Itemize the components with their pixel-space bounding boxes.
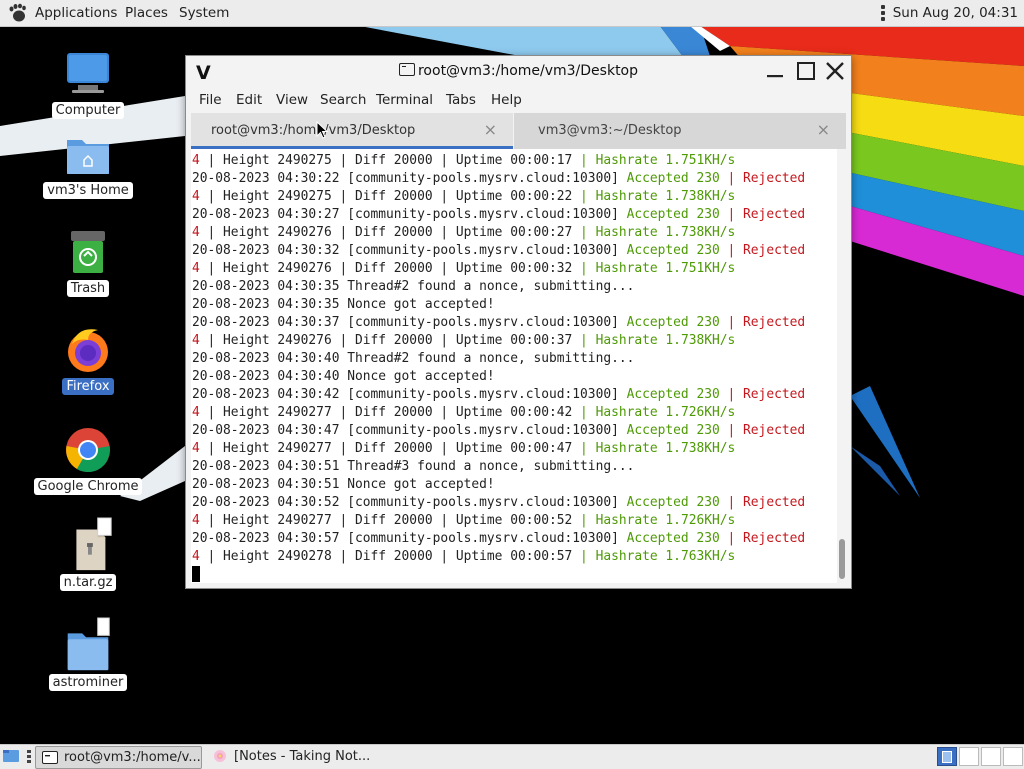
tab-vm3-desktop[interactable]: vm3@vm3:~/Desktop ×: [514, 113, 846, 149]
terminal-lines: 4 | Height 2490275 | Diff 20000 | Uptime…: [192, 152, 805, 583]
desktop-icon-archive[interactable]: n.tar.gz: [33, 516, 143, 591]
minimize-icon[interactable]: [764, 60, 786, 82]
desktop-icon-label: Trash: [66, 280, 110, 297]
chrome-icon: [66, 428, 110, 472]
terminal-line: 4 | Height 2490276 | Diff 20000 | Uptime…: [192, 225, 736, 240]
notes-icon: [214, 750, 226, 762]
terminal-line: 20-08-2023 04:30:40 Nonce got accepted!: [192, 369, 495, 384]
terminal-line: 20-08-2023 04:30:35 Thread#2 found a non…: [192, 279, 635, 294]
terminal-line: 20-08-2023 04:30:40 Thread#2 found a non…: [192, 351, 635, 366]
monitor-icon: [67, 53, 109, 93]
menu-view[interactable]: View: [276, 92, 308, 108]
clock-text[interactable]: Sun Aug 20, 04:31: [893, 5, 1018, 21]
desktop-icon-trash[interactable]: Trash: [33, 228, 143, 297]
terminal-line: 4 | Height 2490278 | Diff 20000 | Uptime…: [192, 549, 736, 564]
home-folder-icon: [67, 140, 109, 174]
scrollbar-thumb[interactable]: [839, 539, 845, 579]
taskbar-item-terminal[interactable]: root@vm3:/home/v...: [35, 746, 202, 769]
terminal-line: 4 | Height 2490275 | Diff 20000 | Uptime…: [192, 189, 736, 204]
menu-tabs[interactable]: Tabs: [446, 92, 476, 108]
system-menu[interactable]: System: [179, 0, 229, 26]
desktop-icon-label: astrominer: [48, 674, 128, 691]
terminal-line: 20-08-2023 04:30:32 [community-pools.mys…: [192, 243, 806, 258]
terminal-line: 20-08-2023 04:30:22 [community-pools.mys…: [192, 171, 806, 186]
maximize-icon[interactable]: [795, 60, 817, 82]
window-titlebar[interactable]: V root@vm3:/home/vm3/Desktop: [186, 56, 851, 86]
workspace-4[interactable]: [1003, 747, 1023, 766]
clock-applet[interactable]: Sun Aug 20, 04:31: [880, 0, 1018, 26]
desktop-icon-home[interactable]: vm3's Home: [33, 130, 143, 199]
terminal-prompt-line[interactable]: [192, 566, 805, 583]
terminal-icon: [42, 751, 58, 764]
workspace-3[interactable]: [981, 747, 1001, 766]
terminal-line: 20-08-2023 04:30:27 [community-pools.mys…: [192, 207, 806, 222]
mouse-pointer-icon: [316, 121, 328, 139]
archive-icon: [76, 517, 112, 571]
bottom-taskbar: root@vm3:/home/v... [Notes - Taking Not.…: [0, 744, 1024, 769]
tab-label: root@vm3:/home/vm3/Desktop: [211, 123, 416, 138]
terminal-window[interactable]: V root@vm3:/home/vm3/Desktop File Edit V…: [185, 55, 852, 589]
close-icon[interactable]: [824, 60, 846, 82]
terminal-tabs: root@vm3:/home/vm3/Desktop × vm3@vm3:~/D…: [191, 113, 846, 149]
desktop-icon-chrome[interactable]: Google Chrome: [33, 426, 143, 495]
desktop-icon-folder[interactable]: astrominer: [33, 616, 143, 691]
terminal-line: 20-08-2023 04:30:35 Nonce got accepted!: [192, 297, 495, 312]
panel-handle-icon: [880, 3, 885, 23]
terminal-line: 4 | Height 2490276 | Diff 20000 | Uptime…: [192, 333, 736, 348]
menu-file[interactable]: File: [199, 92, 222, 108]
terminal-line: 4 | Height 2490275 | Diff 20000 | Uptime…: [192, 153, 736, 168]
folder-icon: [67, 617, 110, 671]
menu-search[interactable]: Search: [320, 92, 366, 108]
places-menu[interactable]: Places: [125, 0, 168, 26]
terminal-menubar: File Edit View Search Terminal Tabs Help: [186, 90, 851, 112]
desktop-icon-label: Google Chrome: [33, 478, 143, 495]
tab-close-icon[interactable]: ×: [817, 120, 830, 139]
window-title: root@vm3:/home/vm3/Desktop: [186, 63, 851, 79]
desktop-icon-label: Computer: [51, 102, 125, 119]
tab-root-desktop[interactable]: root@vm3:/home/vm3/Desktop ×: [191, 113, 513, 149]
terminal-line: 20-08-2023 04:30:57 [community-pools.mys…: [192, 531, 806, 546]
terminal-icon: [398, 63, 415, 76]
taskbar-item-notes[interactable]: [Notes - Taking Not...: [206, 746, 406, 767]
menu-terminal[interactable]: Terminal: [376, 92, 433, 108]
terminal-line: 20-08-2023 04:30:51 Nonce got accepted!: [192, 477, 495, 492]
terminal-line: 4 | Height 2490277 | Diff 20000 | Uptime…: [192, 513, 736, 528]
terminal-line: 4 | Height 2490277 | Diff 20000 | Uptime…: [192, 405, 736, 420]
applications-menu[interactable]: Applications: [35, 0, 117, 26]
menu-edit[interactable]: Edit: [236, 92, 262, 108]
workspace-2[interactable]: [959, 747, 979, 766]
desktop-icon-label: n.tar.gz: [59, 574, 117, 591]
trash-icon: [71, 231, 105, 273]
desktop-icon-firefox[interactable]: Firefox: [33, 326, 143, 395]
terminal-line: 20-08-2023 04:30:37 [community-pools.mys…: [192, 315, 806, 330]
terminal-output[interactable]: 4 | Height 2490275 | Diff 20000 | Uptime…: [191, 149, 837, 583]
task-label: root@vm3:/home/v...: [64, 750, 201, 765]
workspace-1[interactable]: [937, 747, 957, 766]
menu-help[interactable]: Help: [491, 92, 522, 108]
desktop-icon-computer[interactable]: Computer: [33, 50, 143, 119]
terminal-line: 20-08-2023 04:30:42 [community-pools.mys…: [192, 387, 806, 402]
desktop-icon-label: vm3's Home: [43, 182, 133, 199]
desktop-icon-label: Firefox: [62, 378, 114, 395]
terminal-scrollbar[interactable]: [838, 149, 846, 583]
task-label: [Notes - Taking Not...: [234, 749, 371, 764]
terminal-cursor: [192, 566, 200, 582]
tab-close-icon[interactable]: ×: [484, 120, 497, 139]
panel-handle-icon: [27, 750, 31, 765]
terminal-line: 20-08-2023 04:30:47 [community-pools.mys…: [192, 423, 806, 438]
tab-label: vm3@vm3:~/Desktop: [538, 123, 682, 138]
top-panel: Applications Places System Sun Aug 20, 0…: [0, 0, 1024, 27]
gnome-foot-icon[interactable]: [8, 3, 28, 23]
terminal-line: 4 | Height 2490277 | Diff 20000 | Uptime…: [192, 441, 736, 456]
show-desktop-icon[interactable]: [2, 748, 20, 764]
terminal-line: 20-08-2023 04:30:51 Thread#3 found a non…: [192, 459, 635, 474]
terminal-line: 20-08-2023 04:30:52 [community-pools.mys…: [192, 495, 806, 510]
firefox-icon: [68, 329, 108, 372]
window-title-text: root@vm3:/home/vm3/Desktop: [417, 63, 639, 79]
terminal-line: 4 | Height 2490276 | Diff 20000 | Uptime…: [192, 261, 736, 276]
